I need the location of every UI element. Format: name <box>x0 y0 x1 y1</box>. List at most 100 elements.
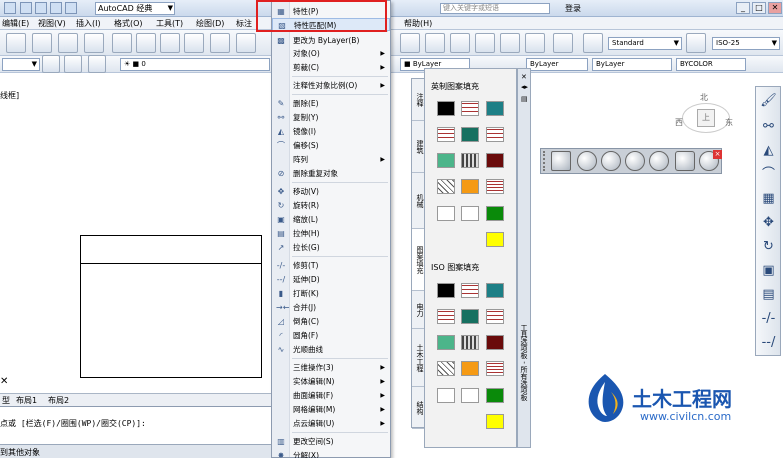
hatch-swatch[interactable] <box>486 206 504 221</box>
hatch-swatch[interactable] <box>486 309 504 324</box>
grip-handle[interactable] <box>543 151 547 171</box>
menu-view[interactable]: 视图(V) <box>38 18 66 29</box>
menu-item[interactable]: →← 合并(J) <box>272 301 390 314</box>
hatch-swatch[interactable] <box>461 153 479 168</box>
hatch-swatch[interactable] <box>437 101 455 116</box>
viewcube-top[interactable]: 上 <box>697 109 715 127</box>
publish-icon[interactable] <box>84 33 104 53</box>
hatch-swatch[interactable] <box>486 232 504 247</box>
extend-object-icon[interactable]: --/ <box>759 333 778 352</box>
hatch-swatch[interactable] <box>486 101 504 116</box>
match-prop-icon[interactable] <box>184 33 204 53</box>
menu-item[interactable]: ↗ 拉长(G) <box>272 241 390 254</box>
tab-model[interactable]: 型 <box>2 395 10 406</box>
hatch-swatch[interactable] <box>461 388 479 403</box>
menu-item[interactable]: 实体编辑(N) ▶ <box>272 375 390 388</box>
menu-item[interactable]: ▣ 缩放(L) <box>272 213 390 226</box>
menu-draw[interactable]: 绘图(D) <box>196 18 224 29</box>
rotate-object-icon[interactable]: ↻ <box>759 237 778 256</box>
help-icon[interactable] <box>553 33 573 53</box>
new-file-icon[interactable] <box>6 33 26 53</box>
slice-icon[interactable] <box>649 151 669 171</box>
mirror-object-icon[interactable]: ◭ <box>759 141 778 160</box>
design-center-icon[interactable] <box>425 33 445 53</box>
menu-item[interactable]: ⊘ 删除重复对象 <box>272 167 390 180</box>
scale-object-icon[interactable]: ▣ <box>759 261 778 280</box>
menu-item[interactable]: ▩ 更改为 ByLayer(B) <box>272 34 390 47</box>
menu-item[interactable]: 三维操作(3) ▶ <box>272 361 390 374</box>
palette-title-bar[interactable]: ✕ ◂▸ ▤ 工具选项板 - 所有选项板 <box>517 68 531 448</box>
plot-icon[interactable] <box>58 33 78 53</box>
tab-layout1[interactable]: 布局1 <box>16 395 37 406</box>
layer-select[interactable]: ☀ ■ 0 <box>120 58 270 71</box>
hatch-swatch[interactable] <box>461 309 479 324</box>
hatch-swatch[interactable] <box>461 101 479 116</box>
menu-insert[interactable]: 插入(I) <box>76 18 101 29</box>
hatch-swatch[interactable] <box>437 361 455 376</box>
hatch-swatch[interactable] <box>437 153 455 168</box>
stretch-object-icon[interactable]: ▤ <box>759 285 778 304</box>
menu-item[interactable]: ▮ 打断(K) <box>272 287 390 300</box>
hatch-swatch[interactable] <box>486 127 504 142</box>
login-link[interactable]: 登录 <box>565 3 581 14</box>
print-preview-icon[interactable] <box>32 33 52 53</box>
menu-item[interactable]: ◭ 镜像(I) <box>272 125 390 138</box>
maximize-button[interactable]: □ <box>752 2 766 14</box>
drawn-line[interactable] <box>81 263 261 264</box>
hatch-swatch[interactable] <box>437 179 455 194</box>
hatch-swatch[interactable] <box>486 335 504 350</box>
move-object-icon[interactable]: ✥ <box>759 213 778 232</box>
menu-help[interactable]: 帮助(H) <box>404 18 432 29</box>
markup-icon[interactable] <box>500 33 520 53</box>
tool-palettes-icon[interactable] <box>450 33 470 53</box>
hatch-swatch[interactable] <box>461 127 479 142</box>
layer-state-icon[interactable] <box>88 55 106 73</box>
close-icon[interactable]: × <box>713 150 722 159</box>
tab-layout2[interactable]: 布局2 <box>48 395 69 406</box>
array-icon[interactable]: ▦ <box>759 189 778 208</box>
menu-dimension[interactable]: 标注 <box>236 18 252 29</box>
hatch-swatch[interactable] <box>461 361 479 376</box>
menu-item[interactable]: ↻ 旋转(R) <box>272 199 390 212</box>
menu-item[interactable]: 注释性对象比例(O) ▶ <box>272 79 390 92</box>
menu-item[interactable]: --/ 延伸(D) <box>272 273 390 286</box>
app-menu-icon[interactable] <box>4 2 16 14</box>
text-style-icon[interactable] <box>583 33 603 53</box>
layer-manager-icon[interactable] <box>64 55 82 73</box>
new-icon[interactable] <box>20 2 32 14</box>
hatch-swatch[interactable] <box>437 283 455 298</box>
menu-format[interactable]: 格式(O) <box>114 18 143 29</box>
menu-item[interactable]: ◜ 圆角(F) <box>272 329 390 342</box>
menu-item[interactable]: ✥ 移动(V) <box>272 185 390 198</box>
hatch-swatch[interactable] <box>461 206 479 221</box>
union-icon[interactable] <box>577 151 597 171</box>
plotstyle-select[interactable]: BYCOLOR <box>676 58 746 71</box>
viewcube-north[interactable]: 北 <box>700 92 708 103</box>
linetype-select[interactable]: ByLayer <box>526 58 588 71</box>
menu-item[interactable]: ✎ 删除(E) <box>272 97 390 110</box>
undo-icon[interactable] <box>65 2 77 14</box>
hatch-swatch[interactable] <box>461 283 479 298</box>
viewcube-west[interactable]: 西 <box>675 117 683 128</box>
copy-clip-icon[interactable] <box>136 33 156 53</box>
menu-item[interactable]: ▥ 更改空间(S) <box>272 435 390 448</box>
brush-icon[interactable]: 🖌 <box>759 91 778 110</box>
viewcube-east[interactable]: 东 <box>725 117 733 128</box>
cut-icon[interactable] <box>112 33 132 53</box>
menu-edit[interactable]: 编辑(E) <box>2 18 29 29</box>
menu-item[interactable]: 网格编辑(M) ▶ <box>272 403 390 416</box>
hatch-swatch[interactable] <box>486 153 504 168</box>
save-icon[interactable] <box>50 2 62 14</box>
hatch-swatch[interactable] <box>486 414 504 429</box>
copy-object-icon[interactable]: ⚯ <box>759 117 778 136</box>
menu-item[interactable]: 点云编辑(U) ▶ <box>272 417 390 430</box>
menu-item[interactable]: ◿ 倒角(C) <box>272 315 390 328</box>
hatch-swatch[interactable] <box>486 283 504 298</box>
hatch-swatch[interactable] <box>437 206 455 221</box>
menu-item[interactable]: ▤ 拉伸(H) <box>272 227 390 240</box>
hatch-swatch[interactable] <box>486 179 504 194</box>
menu-item[interactable]: 阵列 ▶ <box>272 153 390 166</box>
minimize-button[interactable]: _ <box>736 2 750 14</box>
close-icon[interactable]: ✕ <box>521 73 527 81</box>
menu-item[interactable]: 曲面编辑(F) ▶ <box>272 389 390 402</box>
